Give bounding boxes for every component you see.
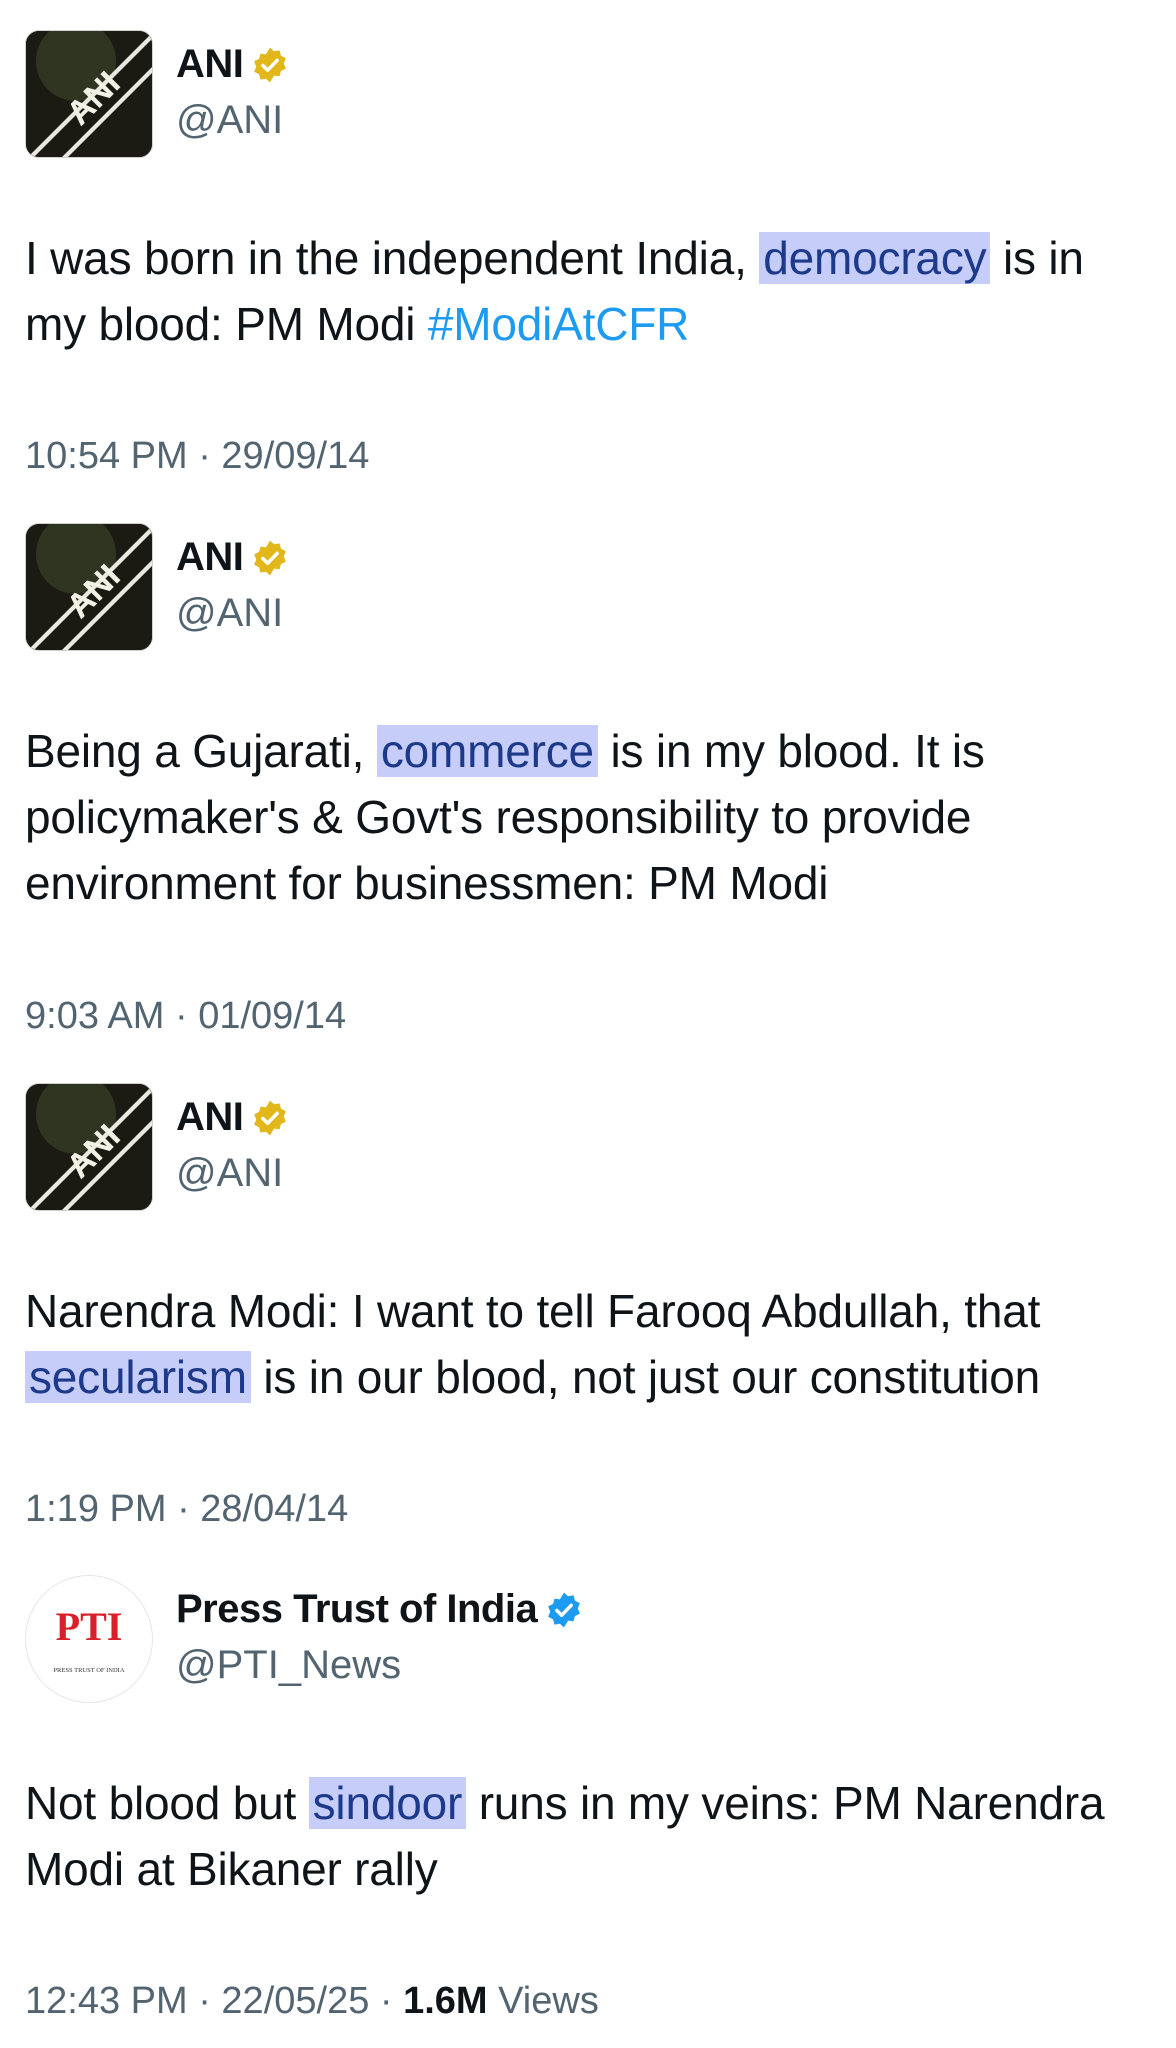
pti-logo-text: PTI: [56, 1604, 123, 1649]
author-name[interactable]: ANI: [176, 1095, 244, 1140]
author-handle[interactable]: @ANI: [176, 98, 283, 143]
highlighted-word: democracy: [759, 232, 991, 284]
author-name[interactable]: Press Trust of India: [176, 1587, 538, 1632]
tweet-timestamp[interactable]: 9:03 AM · 01/09/14: [25, 995, 346, 1038]
verified-gold-badge-icon: [251, 46, 289, 84]
pti-avatar[interactable]: PTI PRESS TRUST OF INDIA: [25, 1575, 153, 1703]
verified-gold-badge-icon: [251, 539, 289, 577]
author-name[interactable]: ANI: [176, 535, 244, 580]
author-handle[interactable]: @ANI: [176, 1151, 283, 1196]
tweet-text-part: Being a Gujarati,: [25, 725, 377, 777]
highlighted-word: secularism: [25, 1351, 251, 1403]
verified-gold-badge-icon: [251, 1099, 289, 1137]
ani-avatar[interactable]: ANI: [25, 30, 153, 158]
tweet-text: I was born in the independent India, dem…: [25, 225, 1155, 357]
hashtag-link[interactable]: #ModiAtCFR: [428, 298, 689, 350]
tweet-timestamp[interactable]: 10:54 PM · 29/09/14: [25, 435, 369, 478]
tweet-meta: 12:43 PM · 22/05/25 · 1.6M Views: [25, 1980, 599, 2023]
author-name[interactable]: ANI: [176, 42, 244, 87]
views-count: 1.6M: [403, 1980, 488, 2022]
tweet-text: Being a Gujarati, commerce is in my bloo…: [25, 718, 1155, 916]
tweet-text-part: is in our blood, not just our constituti…: [250, 1351, 1041, 1403]
ani-avatar[interactable]: ANI: [25, 523, 153, 651]
tweet-text-part: Not blood but: [25, 1777, 309, 1829]
tweet-timestamp[interactable]: 1:19 PM · 28/04/14: [25, 1488, 348, 1531]
pti-logo-subtext: PRESS TRUST OF INDIA: [53, 1667, 124, 1674]
highlighted-word: sindoor: [308, 1777, 467, 1829]
tweet-text-part: I was born in the independent India,: [25, 232, 760, 284]
ani-avatar[interactable]: ANI: [25, 1083, 153, 1211]
tweet-text: Narendra Modi: I want to tell Farooq Abd…: [25, 1278, 1155, 1410]
highlighted-word: commerce: [376, 725, 598, 777]
author-handle[interactable]: @PTI_News: [176, 1643, 401, 1688]
views-label: Views: [487, 1980, 599, 2022]
tweet-text-part: Narendra Modi: I want to tell Farooq Abd…: [25, 1285, 1041, 1337]
author-handle[interactable]: @ANI: [176, 591, 283, 636]
tweet-timestamp[interactable]: 12:43 PM · 22/05/25 ·: [25, 1980, 403, 2022]
verified-blue-badge-icon: [545, 1591, 583, 1629]
tweet-text: Not blood but sindoor runs in my veins: …: [25, 1770, 1155, 1902]
